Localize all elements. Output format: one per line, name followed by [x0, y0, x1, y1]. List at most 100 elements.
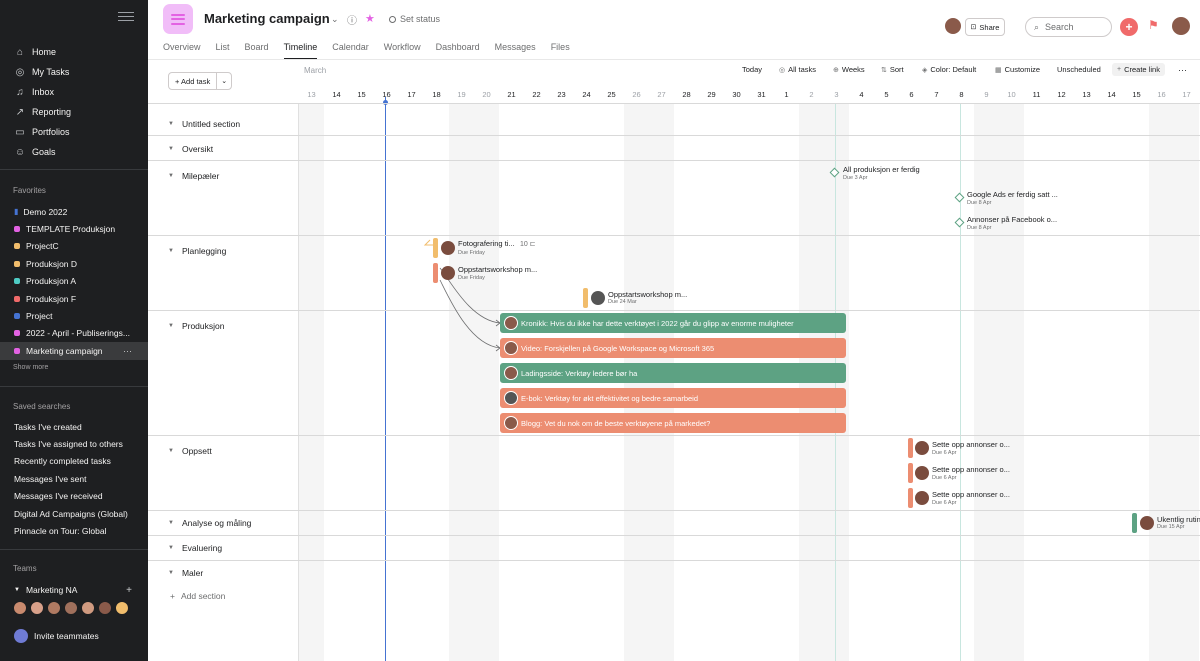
create-link-button[interactable]: + Create link: [1112, 63, 1165, 76]
avatar[interactable]: [1140, 516, 1154, 530]
task-bar[interactable]: E-bok: Verktøy for økt effektivitet og b…: [500, 388, 846, 408]
caret-down-icon[interactable]: ▼: [168, 121, 174, 127]
tab-files[interactable]: Files: [551, 42, 570, 59]
caret-down-icon[interactable]: ▼: [168, 520, 174, 526]
favorite-item-active[interactable]: Marketing campaign ···: [0, 342, 148, 360]
avatar[interactable]: [915, 441, 929, 455]
task-label[interactable]: Fotografering ti...: [458, 239, 515, 248]
project-title[interactable]: Marketing campaign: [204, 11, 330, 26]
saved-search-item[interactable]: Recently completed tasks: [0, 453, 148, 470]
quick-add-button[interactable]: +: [1120, 18, 1138, 36]
avatar[interactable]: [915, 491, 929, 505]
section-oppsett[interactable]: ▼ Oppsett: [168, 446, 212, 456]
sidebar-item-goals[interactable]: ☺ Goals: [0, 142, 148, 162]
avatar[interactable]: [504, 366, 518, 380]
tab-overview[interactable]: Overview: [163, 42, 201, 59]
sidebar-item-inbox[interactable]: ♫ Inbox: [0, 82, 148, 102]
chevron-down-icon[interactable]: ⌄: [217, 77, 231, 85]
milestone-label[interactable]: Annonser på Facebook o...: [967, 215, 1057, 224]
task-bar[interactable]: [908, 438, 913, 458]
caret-down-icon[interactable]: ▼: [168, 448, 174, 454]
star-icon[interactable]: ★: [365, 12, 375, 25]
avatar[interactable]: [115, 601, 129, 615]
avatar[interactable]: [30, 601, 44, 615]
avatar[interactable]: [504, 341, 518, 355]
task-bar[interactable]: [433, 238, 438, 258]
saved-search-item[interactable]: Messages I've sent: [0, 470, 148, 487]
task-label[interactable]: Ukentlig rutin: [1157, 515, 1200, 524]
section-planlegging[interactable]: ▼ Planlegging: [168, 246, 226, 256]
share-button[interactable]: ⊡ Share: [965, 18, 1005, 36]
task-bar[interactable]: [583, 288, 588, 308]
milestone-diamond-icon[interactable]: [954, 217, 965, 228]
tab-dashboard[interactable]: Dashboard: [436, 42, 480, 59]
task-label[interactable]: Sette opp annonser o...: [932, 465, 1010, 474]
sidebar-item-portfolios[interactable]: ▭ Portfolios: [0, 122, 148, 142]
tab-workflow[interactable]: Workflow: [384, 42, 421, 59]
add-team-member-icon[interactable]: +: [126, 585, 132, 596]
saved-search-item[interactable]: Pinnacle on Tour: Global: [0, 522, 148, 539]
task-bar[interactable]: [908, 463, 913, 483]
saved-search-item[interactable]: Tasks I've created: [0, 418, 148, 435]
sort-button[interactable]: ⇅ Sort: [881, 65, 904, 74]
section-evaluering[interactable]: ▼ Evaluering: [168, 543, 222, 553]
caret-down-icon[interactable]: ▼: [168, 173, 174, 179]
customize-button[interactable]: ▦ Customize: [995, 65, 1040, 74]
tab-list[interactable]: List: [216, 42, 230, 59]
chevron-down-icon[interactable]: ⌄: [331, 14, 339, 25]
more-options-icon[interactable]: ···: [123, 346, 132, 356]
tab-messages[interactable]: Messages: [495, 42, 536, 59]
caret-down-icon[interactable]: ▼: [168, 570, 174, 576]
section-produksjon[interactable]: ▼ Produksjon: [168, 321, 224, 331]
avatar[interactable]: [81, 601, 95, 615]
caret-down-icon[interactable]: ▼: [168, 323, 174, 329]
saved-search-item[interactable]: Messages I've received: [0, 488, 148, 505]
avatar[interactable]: [591, 291, 605, 305]
saved-search-item[interactable]: Digital Ad Campaigns (Global): [0, 505, 148, 522]
set-status-button[interactable]: Set status: [389, 14, 440, 24]
sidebar-item-reporting[interactable]: ↗ Reporting: [0, 102, 148, 122]
add-section-button[interactable]: + Add section: [170, 591, 225, 601]
task-label[interactable]: Sette opp annonser o...: [932, 490, 1010, 499]
section-analyse[interactable]: ▼ Analyse og måling: [168, 518, 251, 528]
collapse-sidebar-icon[interactable]: [118, 12, 134, 24]
task-bar[interactable]: [908, 488, 913, 508]
user-avatar[interactable]: [1172, 17, 1190, 35]
task-label[interactable]: Oppstartsworkshop m...: [608, 290, 687, 299]
avatar[interactable]: [441, 241, 455, 255]
favorite-item[interactable]: ProjectC: [0, 238, 148, 255]
caret-down-icon[interactable]: ▼: [168, 545, 174, 551]
section-milepaeler[interactable]: ▼ Milepæler: [168, 171, 219, 181]
avatar[interactable]: [915, 466, 929, 480]
tab-calendar[interactable]: Calendar: [332, 42, 369, 59]
task-label[interactable]: Sette opp annonser o...: [932, 440, 1010, 449]
avatar[interactable]: [441, 266, 455, 280]
unscheduled-button[interactable]: Unscheduled: [1057, 65, 1101, 74]
section-untitled[interactable]: ▼ Untitled section: [168, 119, 240, 129]
milestone-diamond-icon[interactable]: [954, 192, 965, 203]
today-button[interactable]: Today: [742, 65, 762, 74]
show-more-link[interactable]: Show more: [13, 364, 48, 371]
milestone-label[interactable]: All produksjon er ferdig: [843, 165, 920, 174]
avatar[interactable]: [504, 316, 518, 330]
favorite-item[interactable]: Produksjon D: [0, 255, 148, 272]
team-item[interactable]: ▼ Marketing NA +: [14, 583, 134, 597]
help-icon[interactable]: ⚑: [1148, 18, 1159, 32]
avatar[interactable]: [98, 601, 112, 615]
task-bar[interactable]: Video: Forskjellen på Google Workspace o…: [500, 338, 846, 358]
avatar[interactable]: [64, 601, 78, 615]
task-bar[interactable]: Blogg: Vet du nok om de beste verktøyene…: [500, 413, 846, 433]
avatar[interactable]: [504, 416, 518, 430]
saved-search-item[interactable]: Tasks I've assigned to others: [0, 435, 148, 452]
task-bar[interactable]: [1132, 513, 1137, 533]
more-options-icon[interactable]: ···: [1178, 65, 1187, 75]
project-icon[interactable]: [163, 4, 193, 34]
avatar[interactable]: [945, 18, 961, 34]
tab-timeline[interactable]: Timeline: [283, 42, 318, 59]
task-bar[interactable]: Ladingsside: Verktøy ledere bør ha: [500, 363, 846, 383]
favorite-item[interactable]: TEMPLATE Produksjon: [0, 220, 148, 237]
color-button[interactable]: ◈ Color: Default: [922, 65, 976, 74]
avatar[interactable]: [13, 601, 27, 615]
section-maler[interactable]: ▼ Maler: [168, 568, 203, 578]
task-bar[interactable]: [433, 263, 438, 283]
